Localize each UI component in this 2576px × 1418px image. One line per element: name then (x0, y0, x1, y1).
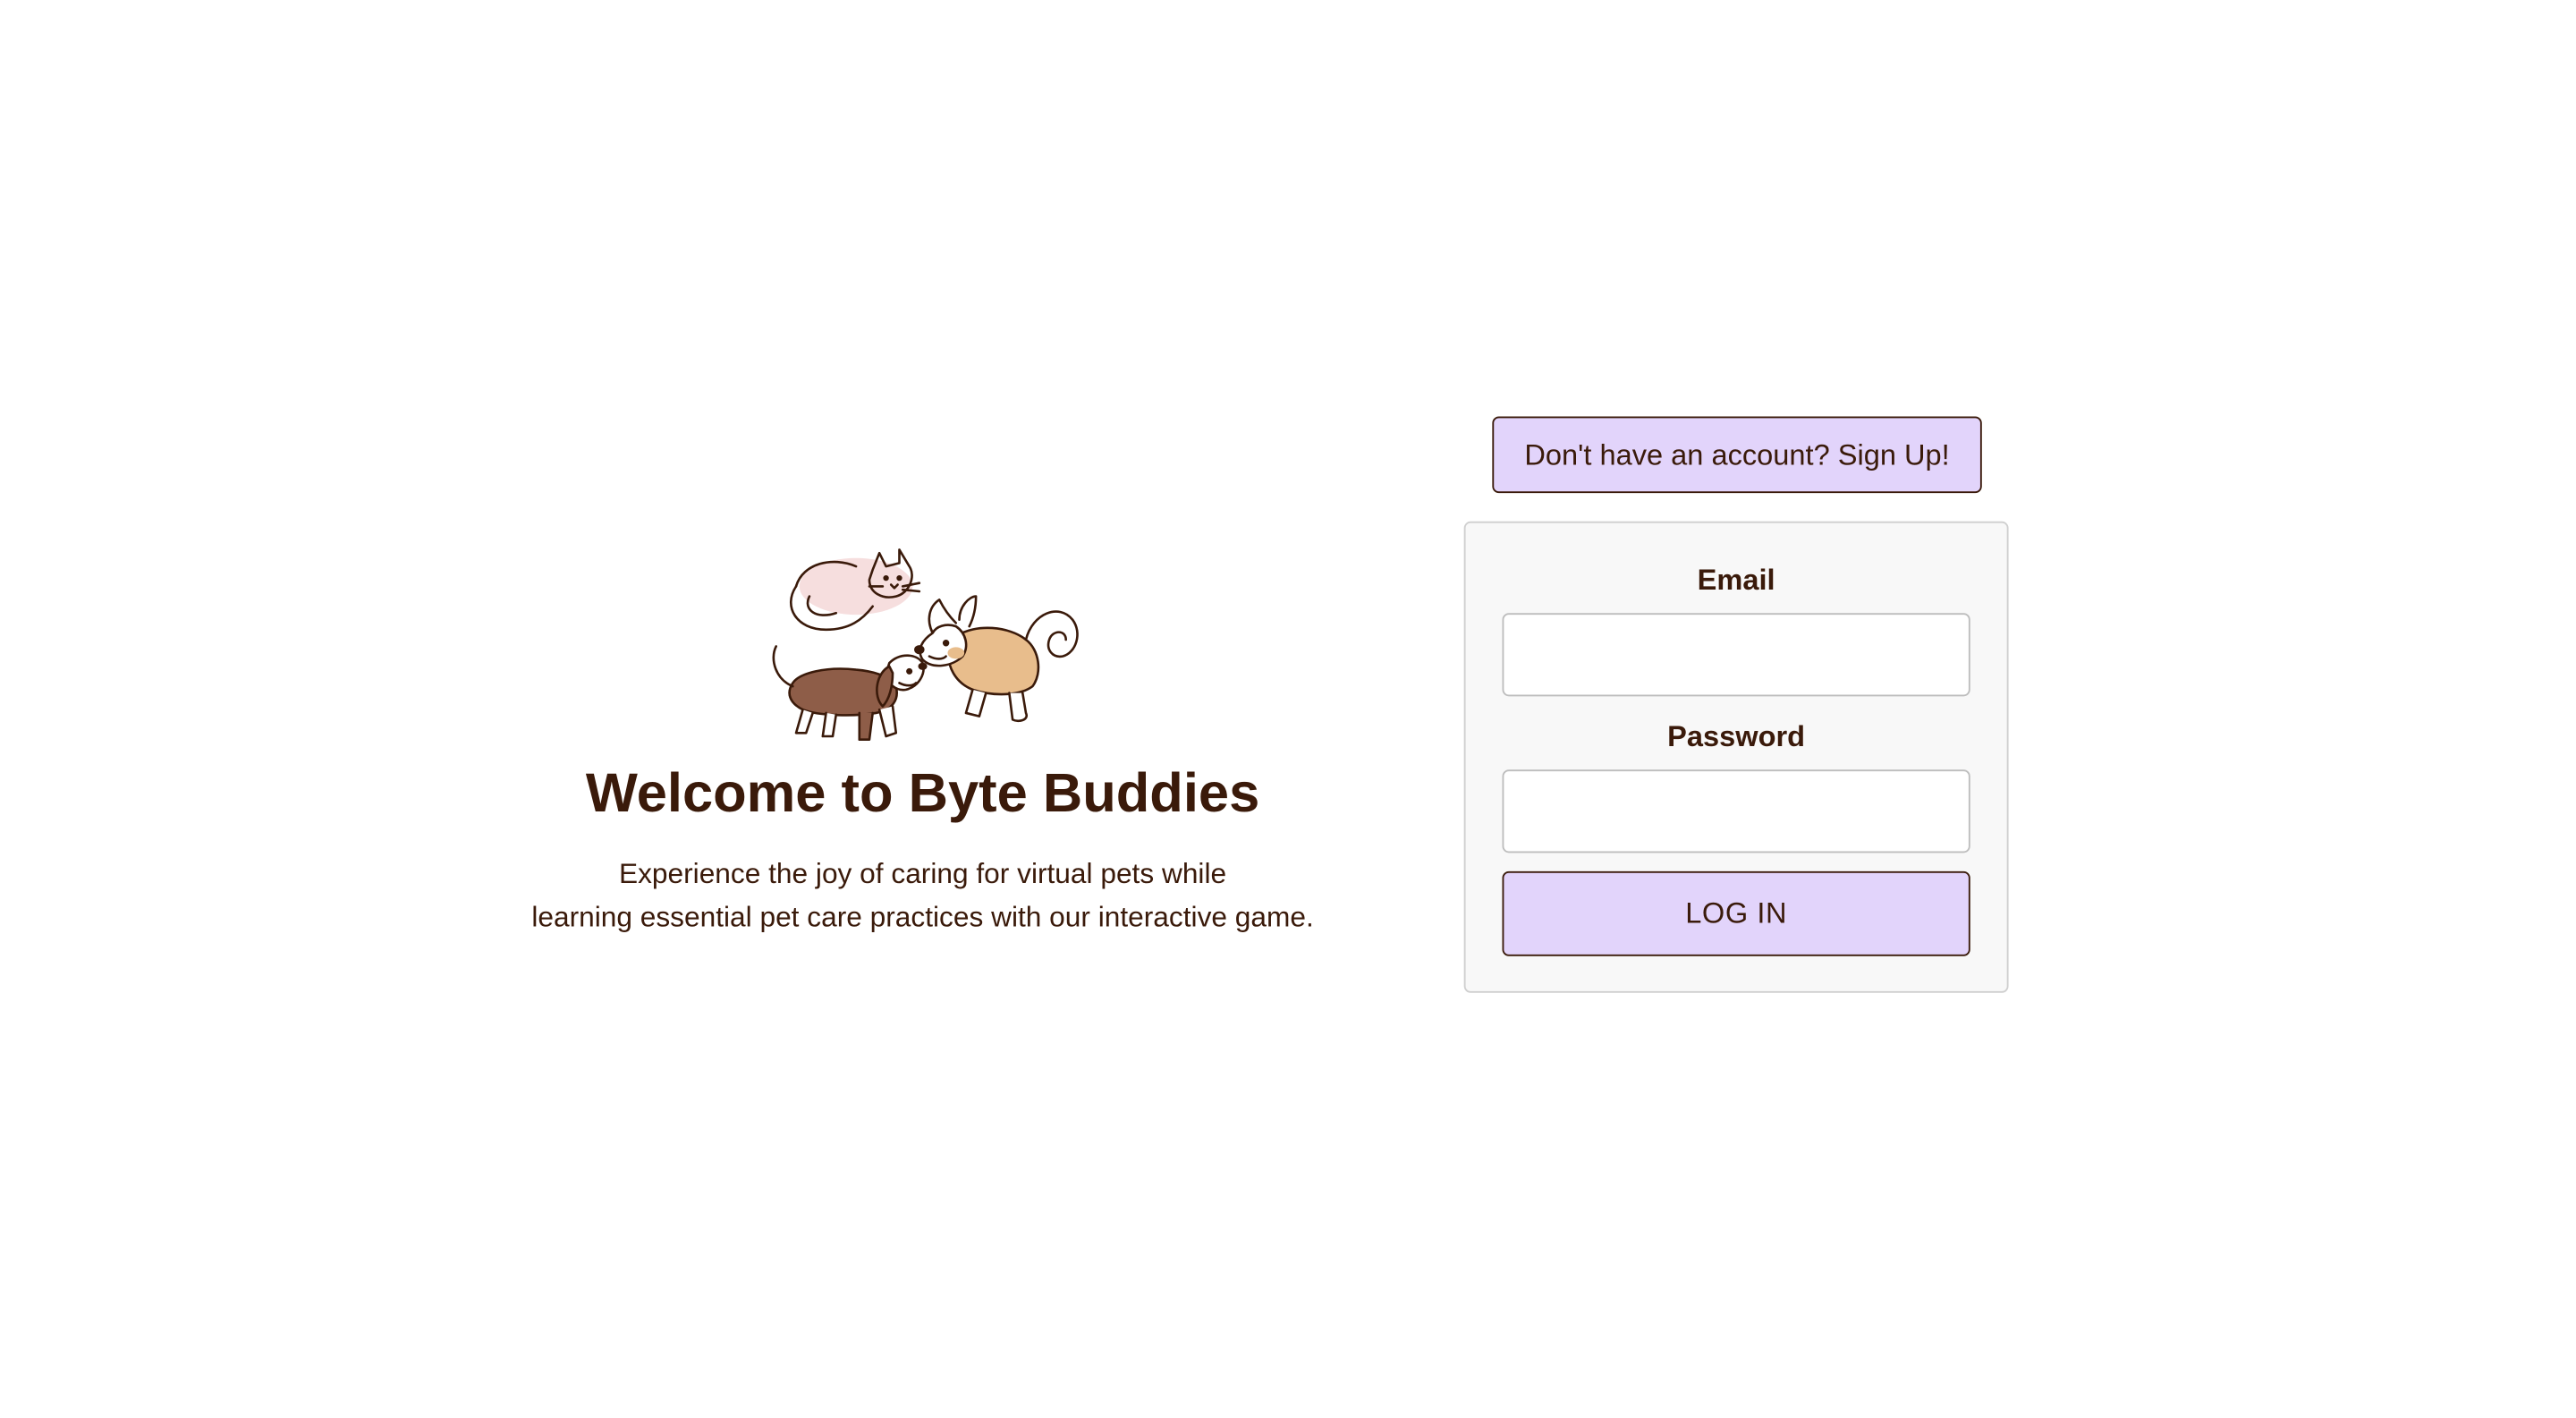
dog-icon (772, 645, 928, 742)
description-line-1: Experience the joy of caring for virtual… (618, 857, 1227, 890)
login-form: Email Password LOG IN (1463, 521, 2009, 993)
pets-illustration-icon (772, 548, 1079, 742)
description-line-2: learning essential pet care practices wi… (531, 901, 1314, 933)
shiba-icon (914, 595, 1079, 723)
welcome-section: Welcome to Byte Buddies Experience the j… (483, 547, 1362, 939)
email-label: Email (1697, 563, 1775, 597)
password-field[interactable] (1502, 769, 1970, 853)
cat-icon (790, 548, 921, 632)
page-title: Welcome to Byte Buddies (585, 760, 1260, 823)
password-label: Password (1667, 719, 1806, 753)
signup-button[interactable]: Don't have an account? Sign Up! (1492, 416, 1982, 494)
welcome-description: Experience the joy of caring for virtual… (483, 853, 1362, 939)
email-field[interactable] (1502, 613, 1970, 697)
login-button[interactable]: LOG IN (1502, 870, 1970, 956)
login-page: Welcome to Byte Buddies Experience the j… (0, 0, 2575, 1418)
